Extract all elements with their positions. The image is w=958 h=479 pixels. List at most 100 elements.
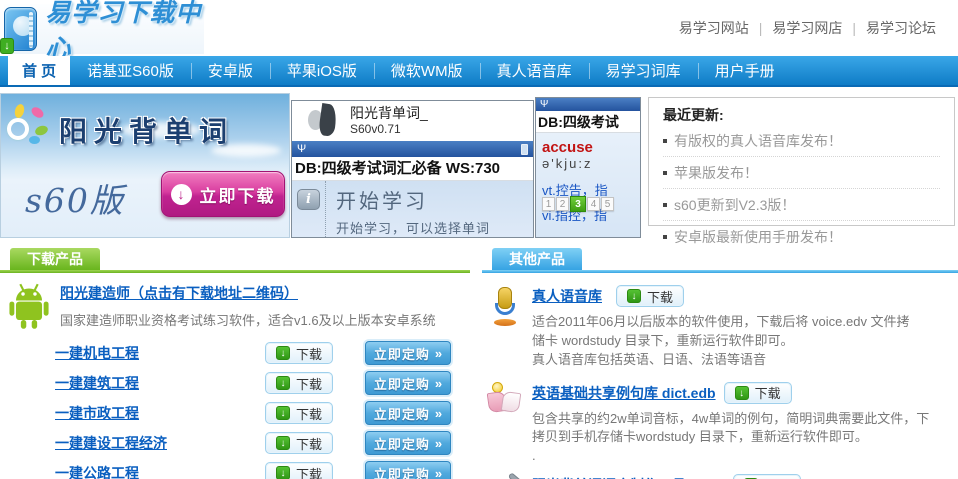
updates-title: 最近更新: (663, 105, 940, 125)
order-button[interactable]: 立即定购» (365, 461, 451, 479)
bullet-icon (663, 139, 667, 143)
antenna-icon: Ψ (540, 99, 548, 110)
page-4[interactable]: 4 (587, 197, 600, 211)
banner-title: 阳光背单词 (59, 110, 234, 150)
link-separator: | (852, 20, 856, 36)
nav-nokia-s60[interactable]: 诺基亚S60版 (70, 56, 191, 85)
item-description: 包含共享的约2w单词音标，4w单词的例句，简明词典需要此文件，下 拷贝到手机存储… (532, 410, 929, 467)
page-5[interactable]: 5 (601, 197, 614, 211)
download-products-column: 下载产品 (0, 248, 470, 479)
battery-icon (521, 144, 528, 155)
download-button[interactable]: ↓下载 (265, 432, 333, 454)
site-logo[interactable]: ↓ 易学习下载中心 (4, 4, 204, 54)
download-button[interactable]: ↓下载 (265, 342, 333, 364)
status-bar: Ψ (536, 98, 640, 111)
android-robot-icon (6, 282, 52, 332)
link-separator: | (759, 20, 763, 36)
page-2[interactable]: 2 (556, 197, 569, 211)
android-product-title-link[interactable]: 阳光建造师（点击有下载地址二维码） (60, 283, 298, 303)
download-icon: ↓ (276, 376, 290, 390)
download-button[interactable]: ↓下载 (265, 402, 333, 424)
download-icon: ↓ (276, 436, 290, 450)
recent-updates-panel: 最近更新: 有版权的真人语音库发布！ 苹果版发布！ s60更新到V2.3版！ 安… (648, 97, 955, 226)
row-link[interactable]: 一建建筑工程 (55, 373, 265, 393)
chevron-right-icon: » (435, 436, 442, 451)
banner-subtitle: s60版 (25, 174, 125, 222)
tool-book-icon: W (486, 474, 526, 479)
list-item: 真人语音库 ↓下载 适合2011年06月以后版本的软件使用，下载后将 voice… (482, 285, 958, 370)
download-rows: 一建机电工程 ↓下载 立即定购» 一建建筑工程 ↓下载 立即定购» 一建市政工程… (55, 338, 470, 479)
sun-logo-icon (5, 104, 49, 148)
app-version: S60v0.71 (350, 122, 428, 137)
list-item: W 阳光背单词词库制作工具 UTF8 ↓下载 (482, 474, 958, 479)
tab-other-products[interactable]: 其他产品 (492, 248, 582, 270)
android-product-desc: 国家建造师职业资格考试练习软件，适合v1.6及以上版本安卓系统 (60, 310, 436, 329)
bullet-icon (663, 171, 667, 175)
zipper-shape (29, 12, 33, 48)
chevron-right-icon: » (435, 406, 442, 421)
table-row: 一建市政工程 ↓下载 立即定购» (55, 398, 470, 428)
download-button[interactable]: ↓下载 (733, 474, 801, 479)
menu-item-desc: 开始学习，可以选择单词 (336, 218, 490, 237)
download-button[interactable]: ↓下载 (724, 382, 792, 404)
order-button[interactable]: 立即定购» (365, 401, 451, 425)
app-logo-icon (306, 104, 340, 138)
bullet-icon (663, 203, 667, 207)
table-row: 一建建设工程经济 ↓下载 立即定购» (55, 428, 470, 458)
banner-download-label: 立即下载 (200, 182, 276, 207)
word-content: accuse ə'kju:z vt.控告，指 vi.指控，指 (536, 133, 640, 238)
page-3-active[interactable]: 3 (570, 196, 586, 212)
header: ↓ 易学习下载中心 易学习网站 | 易学习网店 | 易学习论坛 (0, 0, 958, 56)
item-description: 适合2011年06月以后版本的软件使用，下载后将 voice.edv 文件拷 储… (532, 313, 910, 370)
row-link[interactable]: 一建机电工程 (55, 343, 265, 363)
screenshot-pagination: 1 2 3 4 5 (542, 196, 615, 212)
update-item[interactable]: s60更新到V2.3版！ (663, 189, 940, 221)
link-store[interactable]: 易学习网店 (772, 20, 842, 36)
download-products-tabrow: 下载产品 (0, 248, 470, 273)
nav-wm[interactable]: 微软WM版 (374, 56, 480, 85)
page-1[interactable]: 1 (542, 197, 555, 211)
nav-android[interactable]: 安卓版 (191, 56, 270, 85)
top-links: 易学习网站 | 易学习网店 | 易学习论坛 (669, 18, 946, 38)
word-phonetic: ə'kju:z (542, 156, 640, 171)
download-button[interactable]: ↓下载 (265, 372, 333, 394)
order-button[interactable]: 立即定购» (365, 371, 451, 395)
other-products-column: 其他产品 真人语音库 ↓下载 适合2011年06月以后版本的软件使用，下载后将 … (482, 248, 958, 479)
info-icon: i (297, 189, 320, 210)
main-nav: 首 页 诺基亚S60版 安卓版 苹果iOS版 微软WM版 真人语音库 易学习词库… (0, 56, 958, 87)
tab-download-products[interactable]: 下载产品 (10, 248, 100, 270)
backpack-logo-icon: ↓ (4, 7, 37, 51)
page: ↓ 易学习下载中心 易学习网站 | 易学习网店 | 易学习论坛 首 页 诺基亚S60版 … (0, 0, 958, 479)
nav-manual[interactable]: 用户手册 (698, 56, 792, 85)
row-link[interactable]: 一建公路工程 (55, 463, 265, 479)
sentence-library-link[interactable]: 英语基础共享例句库 dict.edb (532, 383, 716, 403)
voice-library-link[interactable]: 真人语音库 (532, 286, 602, 306)
nav-dictionary[interactable]: 易学习词库 (589, 56, 698, 85)
download-arrow-icon: ↓ (0, 38, 14, 54)
status-bar: Ψ (292, 141, 533, 157)
link-forum[interactable]: 易学习论坛 (866, 20, 936, 36)
download-button[interactable]: ↓下载 (265, 462, 333, 479)
banner-download-button[interactable]: ↓ 立即下载 (161, 171, 285, 217)
link-website[interactable]: 易学习网站 (679, 20, 749, 36)
update-item[interactable]: 苹果版发布！ (663, 157, 940, 189)
download-button[interactable]: ↓下载 (616, 285, 684, 307)
update-item[interactable]: 有版权的真人语音库发布！ (663, 125, 940, 157)
dict-tool-link[interactable]: 阳光背单词词库制作工具 UTF8 (532, 475, 725, 479)
nav-voice-library[interactable]: 真人语音库 (480, 56, 589, 85)
products-section: 下载产品 (0, 248, 958, 479)
nav-home[interactable]: 首 页 (8, 56, 70, 85)
download-icon: ↓ (627, 289, 641, 303)
menu-item-title: 开始学习 (336, 185, 490, 214)
book-icon (486, 382, 526, 430)
row-link[interactable]: 一建市政工程 (55, 403, 265, 423)
order-button[interactable]: 立即定购» (365, 341, 451, 365)
screenshot-word-view: Ψ DB:四级考试 accuse ə'kju:z vt.控告，指 vi.指控，指 (535, 97, 641, 238)
download-icon: ↓ (276, 466, 290, 479)
promo-banner[interactable]: 阳光背单词 s60版 ↓ 立即下载 (0, 93, 290, 238)
nav-ios[interactable]: 苹果iOS版 (270, 56, 374, 85)
order-button[interactable]: 立即定购» (365, 431, 451, 455)
row-link[interactable]: 一建建设工程经济 (55, 433, 265, 453)
bullet-icon (663, 235, 667, 239)
other-products-tabrow: 其他产品 (482, 248, 958, 273)
